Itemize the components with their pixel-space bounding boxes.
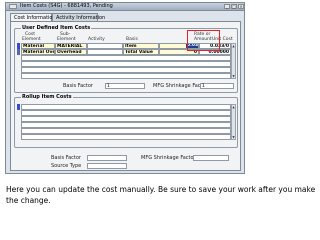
user-defined-scrollbar[interactable]: ▲ ▼	[231, 43, 236, 79]
rollup-mfg-shrinkage-label: MFG Shrinkage Factor	[141, 155, 196, 161]
rollup-mfg-shrinkage-field	[193, 155, 229, 161]
item-costs-window: Item Costs (S4G) - 6881493, Pending _ □ …	[5, 2, 245, 174]
cost-information-panel: User Defined Item Costs Cost Element Sub…	[10, 21, 241, 171]
scroll-down-icon[interactable]: ▼	[232, 74, 235, 78]
source-type-field	[87, 163, 127, 169]
rollup-basis-factor-label: Basis Factor	[51, 155, 81, 161]
maximize-icon[interactable]: □	[231, 4, 237, 9]
header-cost-line2: Element	[22, 37, 41, 42]
header-activity: Activity	[88, 37, 105, 42]
user-defined-costs-group: User Defined Item Costs Cost Element Sub…	[14, 25, 238, 93]
window-titlebar: Item Costs (S4G) - 6881493, Pending _ □ …	[6, 3, 244, 11]
basis-factor-label: Basis Factor	[63, 83, 93, 89]
scroll-down-icon[interactable]: ▼	[232, 135, 235, 139]
instruction-caption: Here you can update the cost manually. B…	[6, 185, 316, 205]
header-sub-line2: Element	[57, 37, 76, 42]
scroll-up-icon[interactable]: ▲	[232, 44, 235, 48]
tab-activity-information[interactable]: Activity Information	[52, 13, 105, 21]
row-indicator[interactable]	[17, 49, 20, 55]
rollup-costs-group: Rollup Item Costs ▲ ▼	[14, 94, 238, 148]
empty-row[interactable]	[21, 73, 231, 79]
minimize-icon[interactable]: _	[224, 4, 230, 9]
row-indicator[interactable]	[17, 104, 20, 110]
header-basis: Basis	[126, 37, 138, 42]
close-icon[interactable]: ×	[238, 4, 244, 9]
rollup-scrollbar[interactable]: ▲ ▼	[231, 104, 236, 140]
source-type-label: Source Type	[51, 163, 82, 169]
scroll-up-icon[interactable]: ▲	[232, 105, 235, 109]
app-icon	[9, 4, 17, 9]
rollup-row[interactable]	[21, 134, 231, 140]
highlight-rate-amount-box	[187, 30, 220, 51]
rollup-basis-factor-field	[87, 155, 127, 161]
mfg-shrinkage-field[interactable]: 1	[200, 83, 234, 89]
rollup-costs-title: Rollup Item Costs	[21, 94, 73, 100]
window-title: Item Costs (S4G) - 6881493, Pending	[20, 3, 113, 9]
tab-cost-information[interactable]: Cost Information	[10, 13, 56, 21]
basis-factor-field[interactable]: 1	[105, 83, 145, 89]
user-defined-costs-title: User Defined Item Costs	[21, 25, 92, 31]
